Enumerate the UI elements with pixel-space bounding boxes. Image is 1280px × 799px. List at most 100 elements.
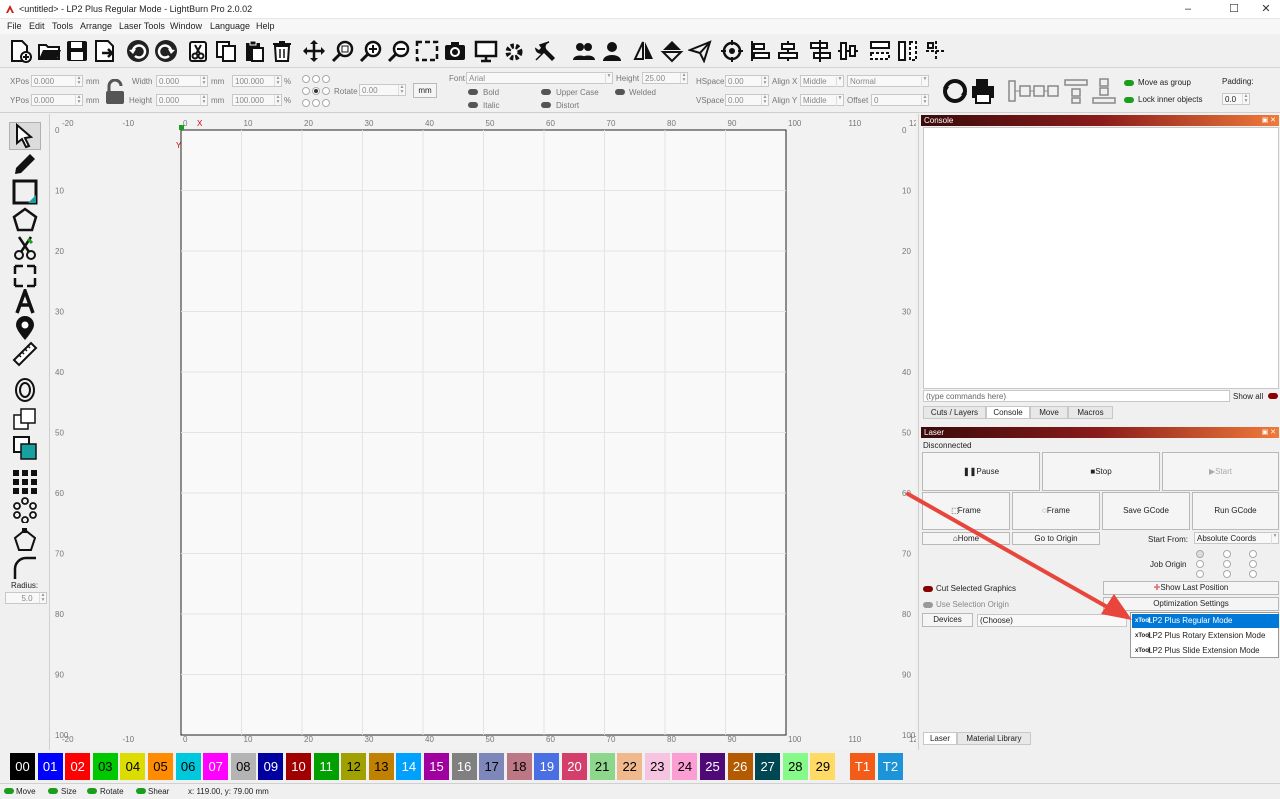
layer-swatch-26[interactable]: 26: [727, 753, 753, 780]
xpos-field[interactable]: 0.000 ▲ ▼: [31, 75, 83, 87]
grid-array-icon[interactable]: [9, 468, 41, 496]
radius-field[interactable]: 5.0 ▲ ▼: [5, 592, 47, 604]
corner-radius-icon[interactable]: [9, 554, 41, 582]
layer-swatch-10[interactable]: 10: [286, 753, 311, 780]
layer-swatch-02[interactable]: 02: [65, 753, 91, 780]
layer-swatch-15[interactable]: 15: [424, 753, 449, 780]
stop-button[interactable]: ■Stop: [1042, 452, 1160, 491]
run-gcode-button[interactable]: Run GCode: [1192, 492, 1279, 530]
tab-move[interactable]: Move: [1030, 406, 1068, 419]
position-target-icon[interactable]: [718, 37, 746, 65]
crop-tool-icon[interactable]: [9, 262, 41, 290]
pause-button[interactable]: ❚❚Pause: [922, 452, 1040, 491]
new-file-icon[interactable]: [6, 37, 34, 65]
settings-gear-icon[interactable]: [503, 37, 531, 65]
layer-swatch-28[interactable]: 28: [782, 753, 808, 780]
layer-swatch-16[interactable]: 16: [451, 753, 477, 780]
menu-language[interactable]: Language: [210, 21, 250, 31]
workspace-canvas[interactable]: -20-20-10-100010102020303040405050606070…: [50, 114, 916, 750]
italic-toggle[interactable]: [468, 102, 478, 108]
layer-swatch-13[interactable]: 13: [368, 753, 394, 780]
units-toggle-button[interactable]: mm: [413, 83, 437, 98]
users-group-icon[interactable]: [570, 37, 598, 65]
show-all-toggle[interactable]: [1268, 393, 1278, 399]
circular-array-icon[interactable]: [9, 496, 41, 524]
layer-swatch-21[interactable]: 21: [589, 753, 615, 780]
undo-icon[interactable]: [124, 37, 152, 65]
camera-icon[interactable]: [441, 37, 469, 65]
cut-shapes-tool-icon[interactable]: [9, 234, 41, 262]
edit-nodes-icon[interactable]: [9, 526, 41, 554]
close-button[interactable]: ✕: [1254, 2, 1278, 17]
ypos-field[interactable]: 0.000 ▲ ▼: [31, 94, 83, 106]
dock-top-icon[interactable]: [1062, 77, 1090, 105]
device-option-slide[interactable]: xTool LP2 Plus Slide Extension Mode: [1132, 644, 1279, 658]
menu-window[interactable]: Window: [170, 21, 202, 31]
make-same-height-icon[interactable]: [894, 37, 922, 65]
distribute-spacing-icon[interactable]: [922, 37, 950, 65]
offset-shapes-icon[interactable]: [9, 376, 41, 404]
layer-swatch-23[interactable]: 23: [644, 753, 670, 780]
hspace-field[interactable]: 0.00 ▲ ▼: [725, 75, 769, 87]
start-from-select[interactable]: Absolute Coords ▼: [1194, 532, 1279, 544]
menu-file[interactable]: File: [7, 21, 22, 31]
paste-icon[interactable]: [240, 37, 268, 65]
menu-help[interactable]: Help: [256, 21, 275, 31]
device-option-rotary[interactable]: xTool LP2 Plus Rotary Extension Mode: [1132, 629, 1279, 643]
distribute-horizontal-icon[interactable]: [806, 37, 834, 65]
layer-swatch-03[interactable]: 03: [92, 753, 118, 780]
tab-laser[interactable]: Laser: [923, 732, 957, 745]
anchor-grid-icon[interactable]: [301, 74, 331, 108]
menu-tools[interactable]: Tools: [52, 21, 73, 31]
layer-swatch-09[interactable]: 09: [258, 753, 284, 780]
layer-swatch-22[interactable]: 22: [617, 753, 643, 780]
move-toggle[interactable]: [4, 788, 14, 794]
select-tool-icon[interactable]: [9, 122, 41, 150]
start-button[interactable]: ▶Start: [1162, 452, 1279, 491]
position-marker-icon[interactable]: [9, 314, 41, 342]
mirror-horizontal-icon[interactable]: [630, 37, 658, 65]
zoom-out-icon[interactable]: [385, 37, 413, 65]
tab-cuts-layers[interactable]: Cuts / Layers: [923, 406, 986, 419]
align-y-select[interactable]: Middle ▼: [800, 94, 844, 106]
tab-macros[interactable]: Macros: [1068, 406, 1113, 419]
zoom-page-icon[interactable]: [329, 37, 357, 65]
rectangle-tool-icon[interactable]: [9, 178, 41, 206]
size-toggle[interactable]: [48, 788, 58, 794]
machine-settings-icon[interactable]: [531, 37, 559, 65]
align-center-icon[interactable]: [774, 37, 802, 65]
layer-swatch-t1[interactable]: T1: [850, 753, 875, 780]
layer-swatch-27[interactable]: 27: [755, 753, 781, 780]
weld-shapes-icon[interactable]: [9, 406, 41, 434]
layer-swatch-07[interactable]: 07: [203, 753, 229, 780]
vspace-field[interactable]: 0.00 ▲ ▼: [725, 94, 769, 106]
send-icon[interactable]: [686, 37, 714, 65]
upper-case-toggle[interactable]: [541, 89, 551, 95]
maximize-button[interactable]: ☐: [1222, 2, 1246, 17]
layer-swatch-08[interactable]: 08: [230, 753, 256, 780]
minimize-button[interactable]: –: [1176, 2, 1200, 17]
copy-icon[interactable]: [212, 37, 240, 65]
redo-icon[interactable]: [152, 37, 180, 65]
layer-swatch-18[interactable]: 18: [506, 753, 532, 780]
job-origin-middle-left[interactable]: [1196, 560, 1204, 568]
offset-field[interactable]: 0 ▲ ▼: [871, 94, 929, 106]
job-origin-bottom-center[interactable]: [1223, 570, 1231, 578]
job-origin-top-left[interactable]: [1196, 550, 1204, 558]
rotate-field[interactable]: 0.00 ▲ ▼: [359, 84, 406, 96]
layer-swatch-17[interactable]: 17: [479, 753, 505, 780]
tab-console[interactable]: Console: [986, 406, 1030, 419]
job-origin-top-right[interactable]: [1249, 550, 1257, 558]
polygon-tool-icon[interactable]: [9, 206, 41, 234]
height-field[interactable]: 0.000 ▲ ▼: [156, 94, 208, 106]
layer-swatch-06[interactable]: 06: [175, 753, 201, 780]
dock-left-icon[interactable]: [1006, 77, 1064, 105]
job-origin-bottom-left[interactable]: [1196, 570, 1204, 578]
user-icon[interactable]: [598, 37, 626, 65]
padding-field[interactable]: 0.0 ▲ ▼: [1222, 93, 1250, 105]
pencil-tool-icon[interactable]: [9, 150, 41, 178]
printer-icon[interactable]: [969, 77, 997, 105]
layer-swatch-14[interactable]: 14: [396, 753, 422, 780]
move-icon[interactable]: [300, 37, 328, 65]
shear-toggle[interactable]: [136, 788, 146, 794]
